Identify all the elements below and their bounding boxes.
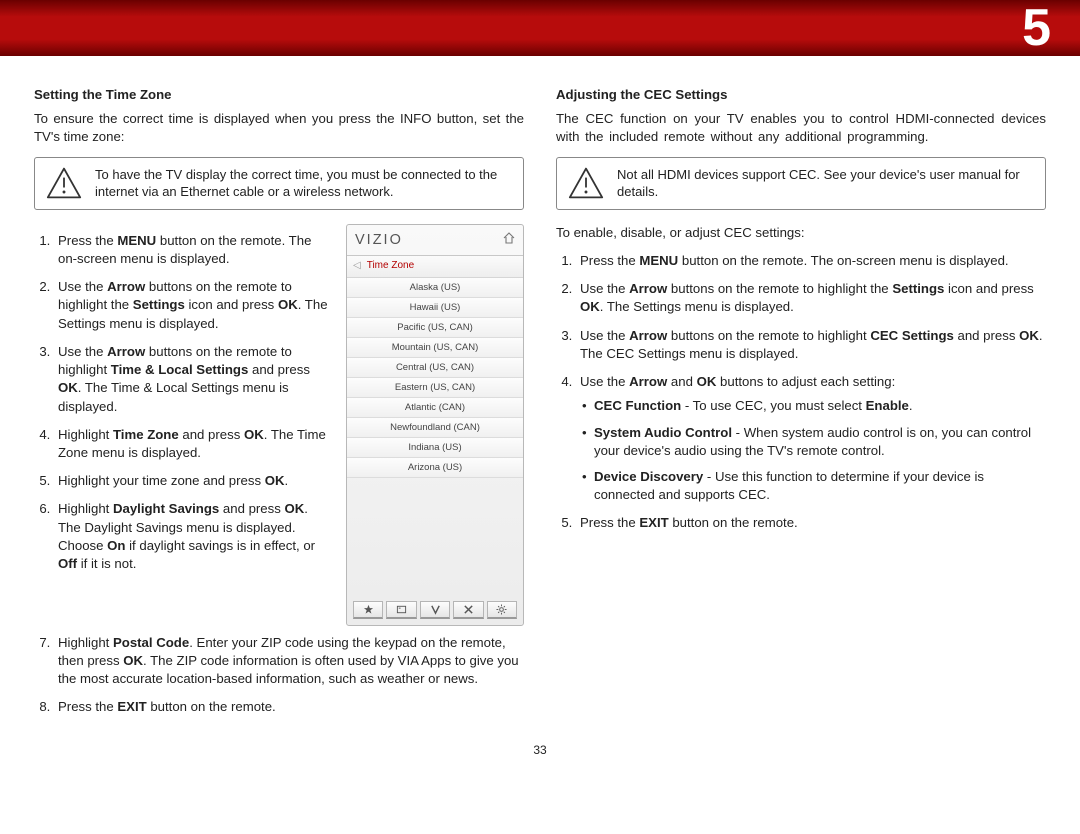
tv-menu-title: Time Zone (367, 259, 414, 273)
tv-header: VIZIO (347, 225, 523, 255)
right-step-3: Use the Arrow buttons on the remote to h… (576, 327, 1046, 363)
tv-item: Mountain (US, CAN) (347, 338, 523, 358)
left-note: To have the TV display the correct time,… (34, 157, 524, 210)
tv-item: Arizona (US) (347, 458, 523, 478)
left-step-list-wrapper: Press the MENU button on the remote. The… (34, 224, 332, 626)
left-step-4: Highlight Time Zone and press OK. The Ti… (54, 426, 332, 462)
left-column: Setting the Time Zone To ensure the corr… (34, 86, 524, 727)
right-step-list: Press the MENU button on the remote. The… (556, 252, 1046, 533)
warning-icon (43, 166, 85, 200)
warning-icon (565, 166, 607, 200)
right-bullet-2: System Audio Control - When system audio… (594, 424, 1046, 460)
left-step-2: Use the Arrow buttons on the remote to h… (54, 278, 332, 333)
v-icon (420, 601, 450, 619)
right-note-text: Not all HDMI devices support CEC. See yo… (617, 166, 1035, 201)
right-step-5: Press the EXIT button on the remote. (576, 514, 1046, 532)
tv-list: ◁ Time Zone Alaska (US) Hawaii (US) Paci… (347, 255, 523, 478)
tv-brand: VIZIO (355, 230, 403, 250)
close-icon (453, 601, 483, 619)
page-body: Setting the Time Zone To ensure the corr… (0, 56, 1080, 737)
home-icon (503, 230, 515, 250)
tv-item: Atlantic (CAN) (347, 398, 523, 418)
tv-item: Hawaii (US) (347, 298, 523, 318)
left-heading: Setting the Time Zone (34, 86, 524, 104)
tv-menu-figure: VIZIO ◁ Time Zone Alaska (US) Hawaii (US… (346, 224, 524, 626)
left-steps-and-figure: Press the MENU button on the remote. The… (34, 224, 524, 626)
tv-item: Pacific (US, CAN) (347, 318, 523, 338)
right-heading: Adjusting the CEC Settings (556, 86, 1046, 104)
right-step-4: Use the Arrow and OK buttons to adjust e… (576, 373, 1046, 504)
back-arrow-icon: ◁ (351, 259, 367, 273)
left-step-8: Press the EXIT button on the remote. (54, 698, 524, 716)
right-note: Not all HDMI devices support CEC. See yo… (556, 157, 1046, 210)
left-step-1: Press the MENU button on the remote. The… (54, 232, 332, 268)
left-step-list-cont: Highlight Postal Code. Enter your ZIP co… (34, 634, 524, 717)
guide-icon (386, 601, 416, 619)
left-step-list: Press the MENU button on the remote. The… (34, 232, 332, 574)
left-step-3: Use the Arrow buttons on the remote to h… (54, 343, 332, 416)
tv-item: Eastern (US, CAN) (347, 378, 523, 398)
left-intro: To ensure the correct time is displayed … (34, 110, 524, 146)
tv-menu-title-row: ◁ Time Zone (347, 256, 523, 278)
left-note-text: To have the TV display the correct time,… (95, 166, 513, 201)
chapter-number: 5 (1022, 0, 1052, 58)
tv-item: Indiana (US) (347, 438, 523, 458)
left-step-7: Highlight Postal Code. Enter your ZIP co… (54, 634, 524, 689)
left-step-6: Highlight Daylight Savings and press OK.… (54, 500, 332, 573)
page-number: 33 (0, 743, 1080, 757)
chapter-banner: 5 (0, 0, 1080, 56)
tv-footer (347, 601, 523, 619)
right-step-2: Use the Arrow buttons on the remote to h… (576, 280, 1046, 316)
tv-item: Central (US, CAN) (347, 358, 523, 378)
right-sub-bullets: CEC Function - To use CEC, you must sele… (580, 397, 1046, 504)
right-lead: To enable, disable, or adjust CEC settin… (556, 224, 1046, 242)
tv-item: Alaska (US) (347, 278, 523, 298)
right-step-1: Press the MENU button on the remote. The… (576, 252, 1046, 270)
right-column: Adjusting the CEC Settings The CEC funct… (556, 86, 1046, 727)
right-bullet-3: Device Discovery - Use this function to … (594, 468, 1046, 504)
star-icon (353, 601, 383, 619)
right-intro: The CEC function on your TV enables you … (556, 110, 1046, 146)
gear-icon (487, 601, 517, 619)
left-step-5: Highlight your time zone and press OK. (54, 472, 332, 490)
tv-item: Newfoundland (CAN) (347, 418, 523, 438)
right-bullet-1: CEC Function - To use CEC, you must sele… (594, 397, 1046, 415)
